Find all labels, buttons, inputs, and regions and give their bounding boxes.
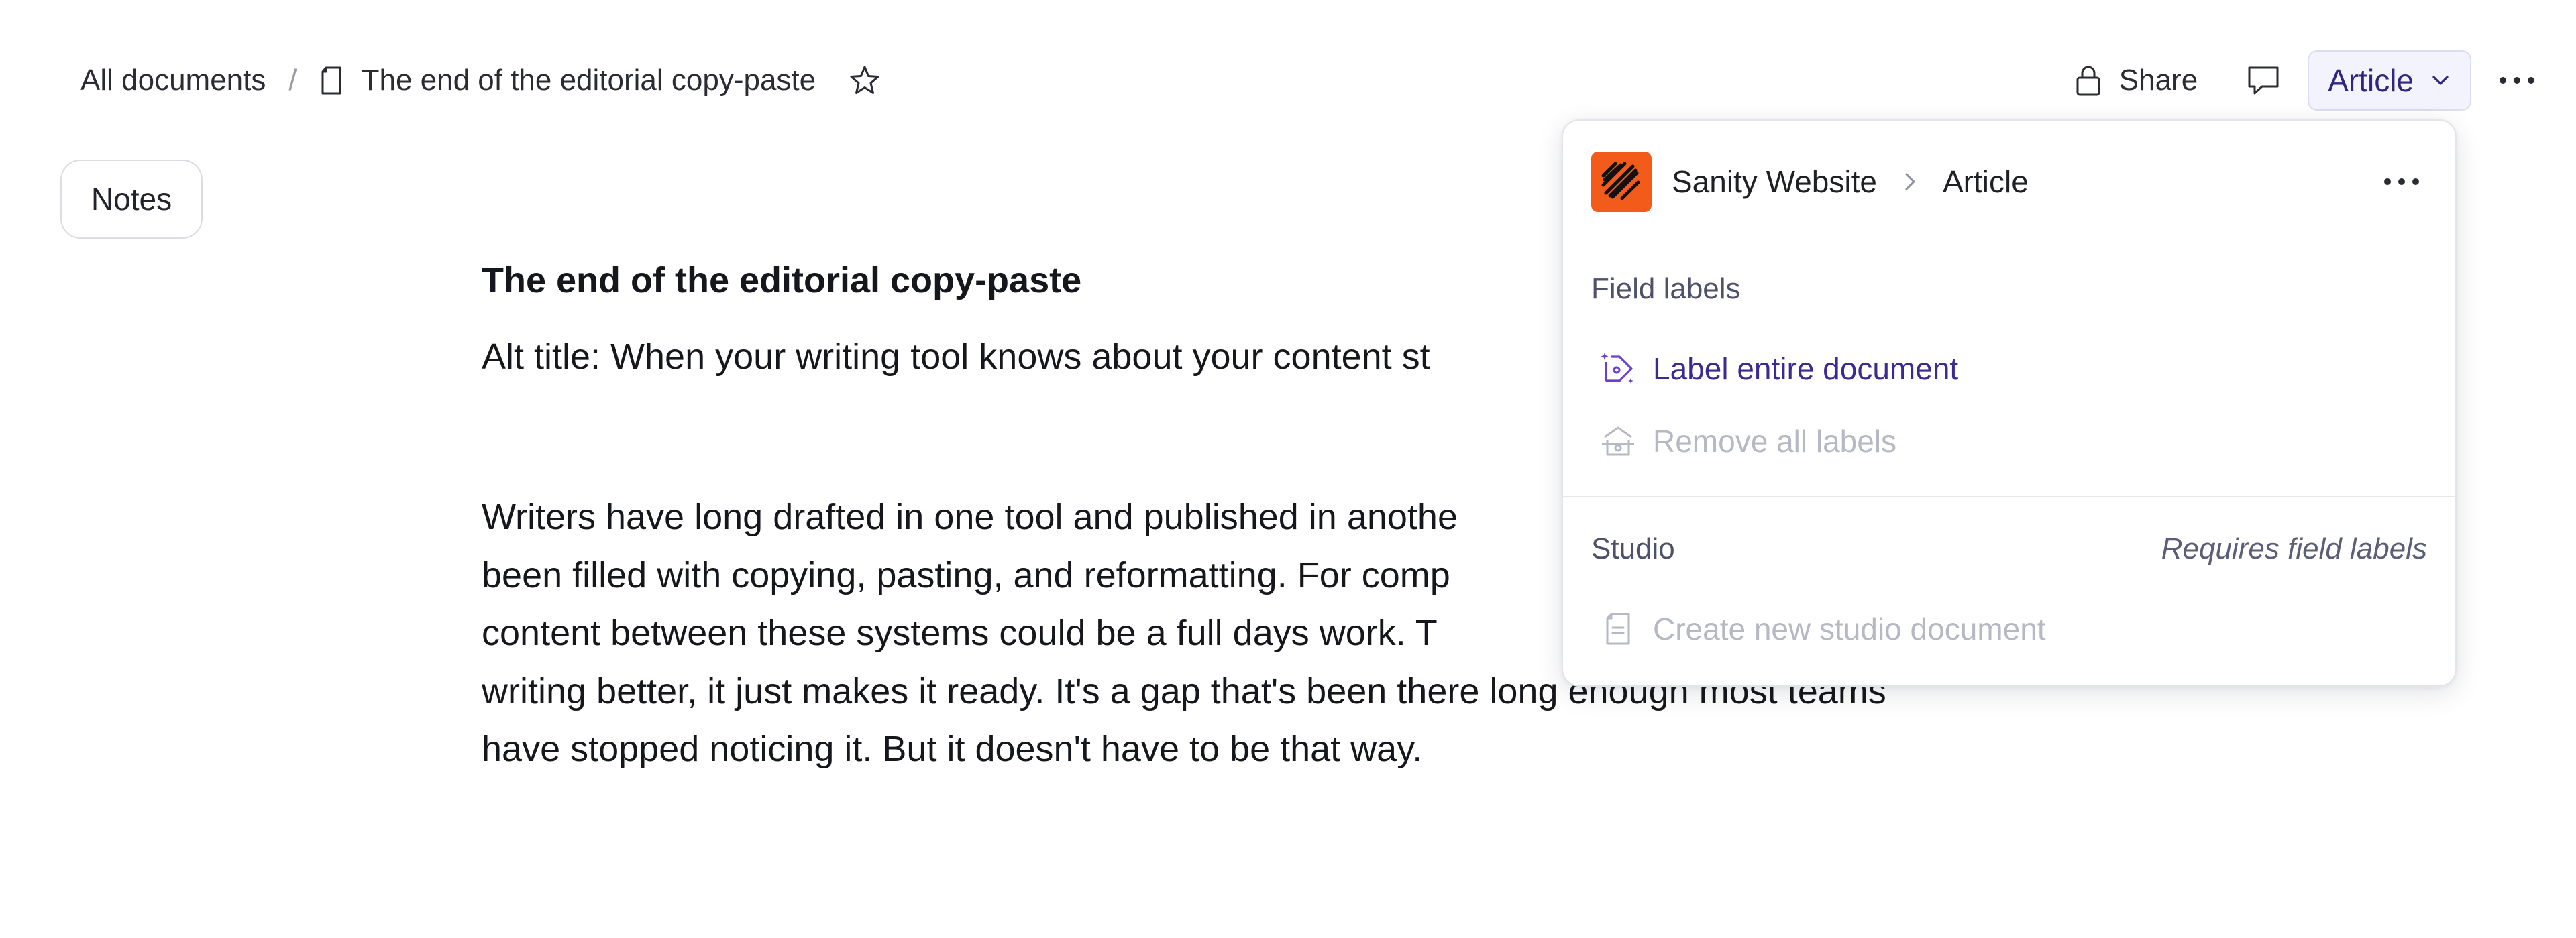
remove-all-labels-button[interactable]: Remove all labels (1591, 409, 2427, 473)
document-type-label: Article (2328, 63, 2414, 98)
create-studio-document-button[interactable]: Create new studio document (1591, 597, 2427, 661)
breadcrumb-current-document[interactable]: The end of the editorial copy-paste (362, 64, 816, 97)
breadcrumb-separator: / (288, 64, 297, 97)
document-type-button[interactable]: Article (2308, 50, 2471, 111)
paragraph-line: have stopped noticing it. But it doesn't… (482, 729, 1423, 769)
ellipsis-icon (2498, 76, 2536, 85)
field-labels-heading: Field labels (1591, 272, 1741, 305)
comment-button[interactable] (2235, 52, 2292, 109)
menu-header: Sanity Website Article (1591, 150, 2427, 213)
label-entire-document-label: Label entire document (1653, 351, 1959, 386)
sanity-logo-icon (1591, 152, 1652, 212)
share-label: Share (2118, 64, 2198, 97)
studio-heading: Studio (1591, 532, 1675, 565)
breadcrumb: All documents / The end of the editorial… (80, 59, 881, 102)
ellipsis-icon (2384, 178, 2419, 185)
notes-button[interactable]: Notes (60, 160, 203, 239)
tag-sparkle-icon (1599, 350, 1637, 388)
lock-icon (2075, 64, 2102, 97)
menu-more-button[interactable] (2376, 156, 2427, 207)
more-options-button[interactable] (2491, 52, 2542, 109)
remove-all-labels-label: Remove all labels (1653, 424, 1897, 459)
create-studio-document-label: Create new studio document (1653, 611, 2046, 646)
chevron-down-icon (2430, 70, 2451, 91)
breadcrumb-all-documents[interactable]: All documents (80, 64, 266, 97)
document-icon (320, 66, 343, 95)
top-actions: Share Article (2060, 48, 2542, 113)
tag-remove-icon (1599, 422, 1637, 460)
star-icon[interactable] (848, 64, 881, 97)
schema-type-name: Article (1942, 164, 2029, 199)
share-button[interactable]: Share (2060, 52, 2212, 109)
workspace-name: Sanity Website (1672, 164, 1877, 199)
menu-divider (1563, 496, 2455, 497)
studio-document-icon (1599, 610, 1637, 648)
comment-icon (2246, 64, 2281, 97)
chevron-right-icon (1900, 170, 1920, 193)
label-entire-document-button[interactable]: Label entire document (1591, 337, 2427, 401)
studio-requirement-note: Requires field labels (2161, 532, 2427, 565)
document-type-menu: Sanity Website Article Field labels Labe… (1562, 119, 2457, 687)
